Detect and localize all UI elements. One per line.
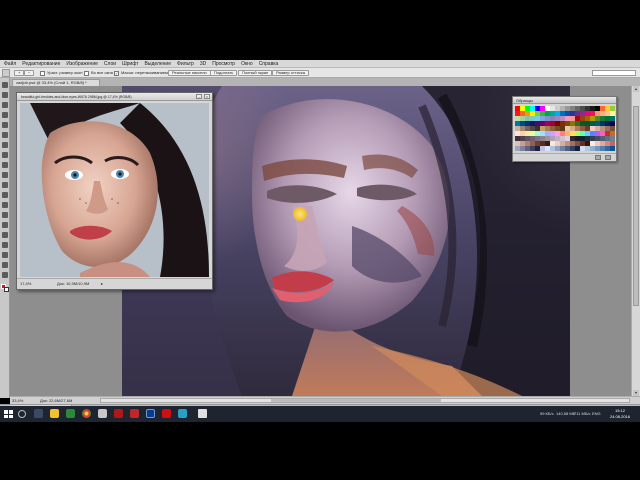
zoom-out-button[interactable]: −: [24, 70, 35, 76]
menu-item-8[interactable]: Просмотр: [212, 60, 235, 67]
brush-tool-icon[interactable]: [2, 152, 8, 158]
close-icon[interactable]: ×: [204, 94, 210, 99]
minimize-icon[interactable]: –: [196, 94, 202, 99]
document-status-bar: 33,4% Док: 22,6M/27,6M: [10, 396, 640, 404]
document-tab[interactable]: zadjob.psd @ 33,4% (Слой 1, RGB/8) *: [12, 79, 100, 86]
tools-panel: [0, 78, 10, 398]
menu-bar: Файл Редактирование Изображение Слои Шрифт Вы…: [0, 60, 640, 68]
all-windows-label: Во все окна: [91, 70, 113, 75]
search-icon[interactable]: [18, 410, 26, 418]
marquee-tool-icon[interactable]: [2, 92, 8, 98]
menu-item-6[interactable]: Фильтр: [177, 60, 194, 67]
scrollbar-thumb[interactable]: [633, 106, 639, 306]
reference-zoom[interactable]: 17,4%: [20, 279, 31, 289]
background-color-swatch[interactable]: [4, 287, 9, 292]
letterbox-top: [0, 0, 640, 60]
magnifier-icon[interactable]: [2, 69, 10, 77]
photoshop-icon[interactable]: [146, 409, 155, 418]
swatch-grid: [515, 106, 615, 151]
swatch-179[interactable]: [610, 146, 615, 151]
type-tool-icon[interactable]: [2, 232, 8, 238]
search-input[interactable]: [592, 70, 636, 76]
menu-item-7[interactable]: 3D: [200, 60, 206, 67]
print-size-button[interactable]: Размер оттиска: [272, 70, 309, 76]
move-tool-icon[interactable]: [2, 82, 8, 88]
zoom-in-button[interactable]: +: [14, 70, 25, 76]
dodge-tool-icon[interactable]: [2, 212, 8, 218]
blur-tool-icon[interactable]: [2, 202, 8, 208]
swatches-panel-footer: [513, 153, 616, 161]
letterbox-bottom: [0, 422, 640, 480]
eyedropper-tool-icon[interactable]: [2, 132, 8, 138]
windows-taskbar: 59 КБ/с 140,58 МБ 711 МБ/с ENG 15:12 24.…: [0, 406, 640, 422]
new-swatch-icon[interactable]: [595, 155, 601, 160]
actual-pixels-button[interactable]: Реальные пиксели: [168, 70, 211, 76]
stamp-tool-icon[interactable]: [2, 162, 8, 168]
windows-start-icon[interactable]: [4, 410, 13, 418]
scrubby-zoom-label: Масшт. перетаскиванием: [121, 70, 168, 75]
horizontal-scrollbar-thumb[interactable]: [271, 399, 441, 402]
hand-tool-icon[interactable]: [2, 262, 8, 268]
scrubby-zoom-checkbox[interactable]: ✓: [114, 70, 119, 76]
delete-swatch-icon[interactable]: [605, 155, 611, 160]
quick-select-tool-icon[interactable]: [2, 112, 8, 118]
app-gray-icon[interactable]: [98, 409, 107, 418]
app-green-icon[interactable]: [66, 409, 75, 418]
horizontal-scrollbar[interactable]: [100, 398, 630, 403]
resize-windows-label: Ураст. размер окон: [47, 70, 83, 75]
vertical-scrollbar[interactable]: ▴ ▾: [631, 86, 640, 396]
reference-window-title[interactable]: beautiful-girl-freckles-and-blue-eyes-W5…: [17, 93, 212, 101]
zoom-tool-icon[interactable]: [2, 272, 8, 278]
clock-date: 24.08.2016: [609, 414, 631, 419]
pen-tool-icon[interactable]: [2, 222, 8, 228]
gradient-tool-icon[interactable]: [2, 192, 8, 198]
menu-item-9[interactable]: Окно: [241, 60, 253, 67]
app-red-icon[interactable]: [114, 409, 123, 418]
history-brush-tool-icon[interactable]: [2, 172, 8, 178]
options-bar: + − Ураст. размер окон Во все окна ✓ Мас…: [0, 68, 640, 78]
document-info: Док: 22,6M/27,6M: [40, 398, 73, 403]
reference-status-arrow-icon[interactable]: ▸: [101, 279, 103, 289]
menu-item-0[interactable]: Файл: [4, 60, 16, 67]
taskbar-clock[interactable]: 15:12 24.08.2016: [604, 408, 636, 420]
swatches-panel: Образцы: [512, 96, 617, 162]
reference-portrait-image: [20, 103, 209, 277]
healing-tool-icon[interactable]: [2, 142, 8, 148]
reference-image-window[interactable]: beautiful-girl-freckles-and-blue-eyes-W5…: [16, 92, 213, 290]
crop-tool-icon[interactable]: [2, 122, 8, 128]
tray-memory: 140,58 МБ: [556, 411, 576, 416]
app-red-2-icon[interactable]: [130, 409, 139, 418]
tray-speed: 711 МБ/с: [574, 411, 591, 416]
menu-item-4[interactable]: Шрифт: [122, 60, 138, 67]
eraser-tool-icon[interactable]: [2, 182, 8, 188]
swatches-panel-title[interactable]: Образцы: [513, 97, 616, 104]
resize-windows-checkbox[interactable]: [40, 70, 45, 76]
reference-photo: [20, 103, 209, 277]
task-view-icon[interactable]: [34, 409, 43, 418]
lasso-tool-icon[interactable]: [2, 102, 8, 108]
scroll-up-icon[interactable]: ▴: [633, 86, 639, 92]
tray-net-speed: 59 КБ/с: [540, 411, 554, 416]
fit-screen-button[interactable]: Подогнать: [210, 70, 238, 76]
cursor-highlight: [293, 207, 307, 221]
reference-doc-info: Док: 10,9M/10,9M: [57, 281, 90, 286]
fill-screen-button[interactable]: Полный экран: [238, 70, 273, 76]
acrobat-icon[interactable]: [162, 409, 171, 418]
all-windows-checkbox[interactable]: [84, 70, 89, 76]
menu-item-1[interactable]: Редактирование: [22, 60, 60, 67]
menu-item-3[interactable]: Слои: [104, 60, 116, 67]
menu-item-5[interactable]: Выделение: [145, 60, 172, 67]
menu-item-10[interactable]: Справка: [259, 60, 279, 67]
document-tab-strip: zadjob.psd @ 33,4% (Слой 1, RGB/8) *: [10, 78, 640, 86]
menu-item-2[interactable]: Изображение: [66, 60, 98, 67]
reference-status-bar: 17,4% Док: 10,9M/10,9M ▸: [17, 278, 212, 289]
chrome-icon[interactable]: [82, 409, 91, 418]
path-select-tool-icon[interactable]: [2, 242, 8, 248]
shape-tool-icon[interactable]: [2, 252, 8, 258]
app-white-icon[interactable]: [198, 409, 207, 418]
tray-language[interactable]: ENG: [592, 406, 601, 422]
file-explorer-icon[interactable]: [50, 409, 59, 418]
app-cyan-icon[interactable]: [178, 409, 187, 418]
document-zoom[interactable]: 33,4%: [12, 397, 23, 404]
